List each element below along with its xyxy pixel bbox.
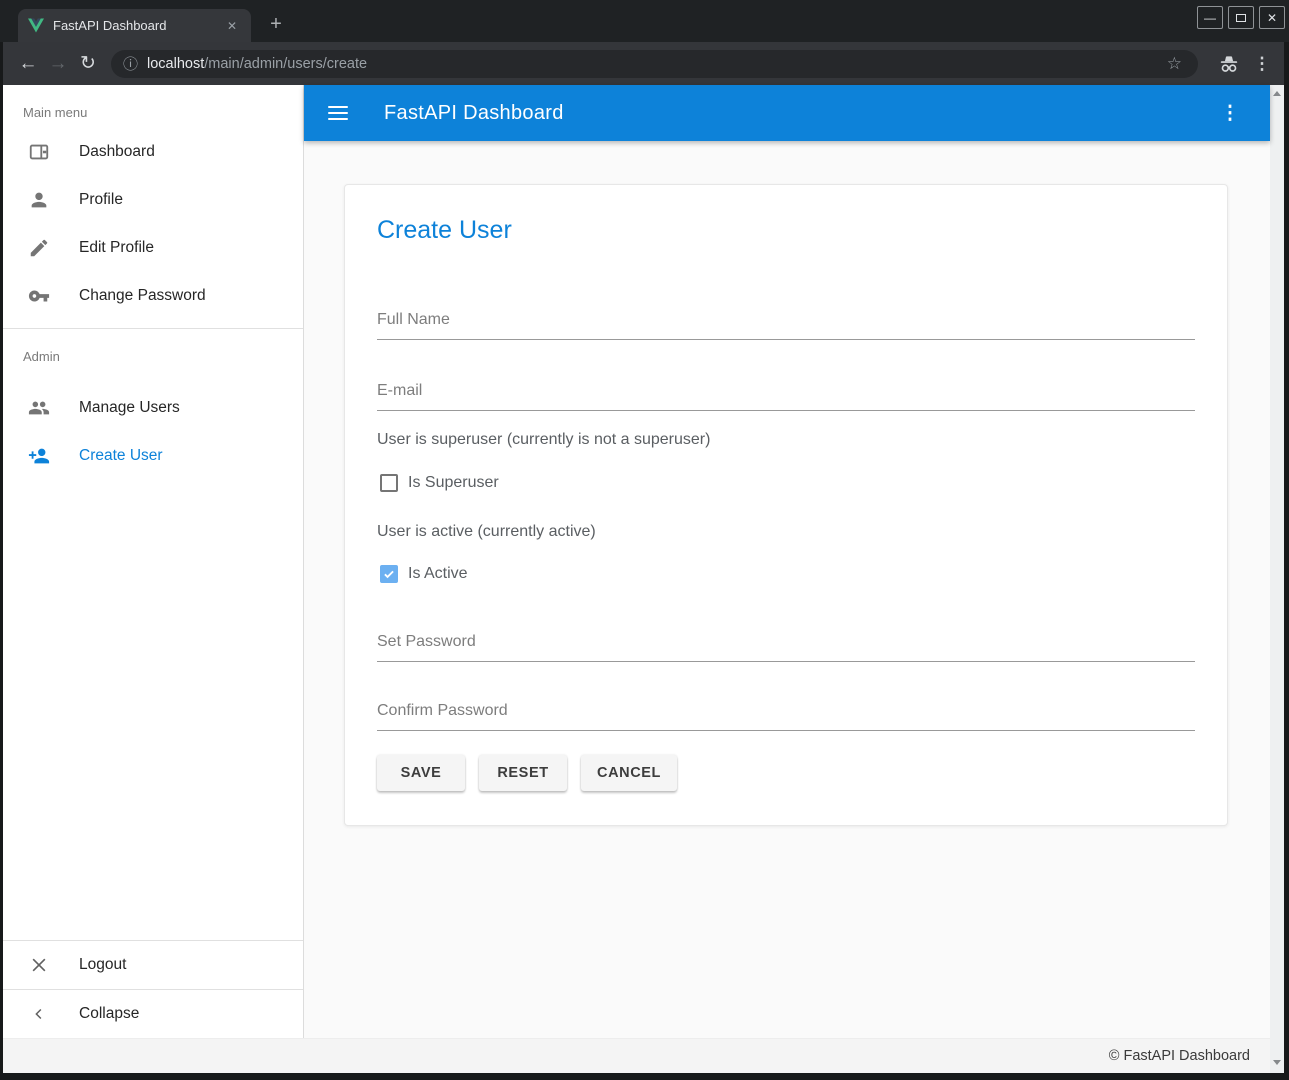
- reload-button[interactable]: ↻: [73, 49, 103, 79]
- active-checkbox-label: Is Active: [408, 565, 468, 583]
- vertical-scrollbar[interactable]: [1270, 85, 1284, 1073]
- page-content: Main menu Dashboard Pro: [3, 85, 1284, 1073]
- people-icon: [27, 396, 51, 420]
- active-checkbox-row[interactable]: Is Active: [377, 564, 1195, 584]
- set-password-input[interactable]: [377, 632, 1195, 661]
- url-path: /main/admin/users/create: [204, 56, 367, 72]
- close-window-button[interactable]: ✕: [1259, 6, 1285, 29]
- cancel-button[interactable]: CANCEL: [581, 755, 677, 791]
- scroll-down-icon[interactable]: [1273, 1060, 1281, 1065]
- pencil-icon: [27, 236, 51, 260]
- copyright-text: © FastAPI Dashboard: [1109, 1048, 1250, 1064]
- full-name-input[interactable]: [377, 310, 1195, 339]
- save-button[interactable]: SAVE: [377, 755, 465, 791]
- sidebar: Main menu Dashboard Pro: [3, 85, 304, 1038]
- sidebar-item-profile[interactable]: Profile: [3, 176, 303, 224]
- vue-logo-icon: [28, 18, 44, 33]
- close-icon: [27, 953, 51, 977]
- sidebar-item-label: Create User: [79, 447, 163, 465]
- email-input[interactable]: [377, 381, 1195, 410]
- browser-toolbar: ← → ↻ ⓘ localhost/main/admin/users/creat…: [3, 42, 1284, 85]
- superuser-checkbox-row[interactable]: Is Superuser: [377, 473, 1195, 493]
- sidebar-item-label: Dashboard: [79, 143, 155, 161]
- sidebar-item-label: Manage Users: [79, 399, 180, 417]
- chevron-left-icon: [27, 1002, 51, 1026]
- card-title: Create User: [377, 215, 1195, 245]
- set-password-field-wrap: [377, 632, 1195, 662]
- sidebar-item-manage-users[interactable]: Manage Users: [3, 384, 303, 432]
- tab-strip: FastAPI Dashboard ✕ + — ✕: [0, 0, 1289, 42]
- minimize-button[interactable]: —: [1197, 6, 1223, 29]
- sidebar-item-label: Change Password: [79, 287, 206, 305]
- url-text[interactable]: localhost/main/admin/users/create: [147, 56, 1161, 72]
- superuser-checkbox-label: Is Superuser: [408, 474, 499, 492]
- key-icon: [27, 284, 51, 308]
- superuser-note: User is superuser (currently is not a su…: [377, 430, 1195, 449]
- site-info-icon[interactable]: ⓘ: [123, 53, 138, 74]
- sidebar-section-main-menu: Main menu: [3, 85, 303, 128]
- browser-tab[interactable]: FastAPI Dashboard ✕: [18, 9, 251, 42]
- app-menu-icon[interactable]: ⋮: [1218, 102, 1242, 125]
- person-add-icon: [27, 444, 51, 468]
- dashboard-icon: [27, 140, 51, 164]
- window-controls: — ✕: [1197, 6, 1285, 29]
- sidebar-section-admin: Admin: [3, 329, 303, 372]
- address-bar[interactable]: ⓘ localhost/main/admin/users/create ☆: [111, 50, 1198, 78]
- browser-menu-icon[interactable]: ⋮: [1250, 54, 1274, 74]
- sidebar-item-dashboard[interactable]: Dashboard: [3, 128, 303, 176]
- sidebar-item-create-user[interactable]: Create User: [3, 432, 303, 480]
- tab-title: FastAPI Dashboard: [53, 18, 223, 33]
- reset-button[interactable]: RESET: [479, 755, 567, 791]
- sidebar-item-collapse[interactable]: Collapse: [3, 990, 303, 1038]
- sidebar-item-change-password[interactable]: Change Password: [3, 272, 303, 320]
- email-field-wrap: [377, 381, 1195, 411]
- confirm-password-input[interactable]: [377, 701, 1195, 730]
- active-note: User is active (currently active): [377, 522, 1195, 541]
- back-button[interactable]: ←: [13, 49, 43, 79]
- sidebar-item-logout[interactable]: Logout: [3, 941, 303, 989]
- maximize-icon: [1236, 14, 1246, 22]
- maximize-button[interactable]: [1228, 6, 1254, 29]
- create-user-card: Create User User is superuser (currently…: [344, 184, 1228, 826]
- new-tab-button[interactable]: +: [262, 10, 290, 38]
- sidebar-item-label: Collapse: [79, 1005, 139, 1023]
- person-icon: [27, 188, 51, 212]
- page-body: Create User User is superuser (currently…: [304, 141, 1270, 1038]
- forward-button[interactable]: →: [43, 49, 73, 79]
- superuser-checkbox[interactable]: [380, 474, 398, 492]
- sidebar-item-label: Profile: [79, 191, 123, 209]
- bookmark-star-icon[interactable]: ☆: [1161, 54, 1188, 74]
- app-title: FastAPI Dashboard: [384, 102, 564, 125]
- main-area: FastAPI Dashboard ⋮ Create User User is: [304, 85, 1270, 1038]
- app-bar: FastAPI Dashboard ⋮: [304, 85, 1270, 141]
- checkmark-icon: [382, 567, 396, 581]
- form-buttons: SAVE RESET CANCEL: [377, 755, 1195, 791]
- close-tab-icon[interactable]: ✕: [223, 17, 241, 35]
- confirm-password-field-wrap: [377, 701, 1195, 731]
- active-checkbox[interactable]: [380, 565, 398, 583]
- hamburger-menu-icon[interactable]: [328, 106, 348, 120]
- sidebar-item-label: Edit Profile: [79, 239, 154, 257]
- full-name-field-wrap: [377, 310, 1195, 340]
- footer: © FastAPI Dashboard: [3, 1038, 1270, 1073]
- browser-window: FastAPI Dashboard ✕ + — ✕ ← → ↻ ⓘ localh…: [0, 0, 1289, 1080]
- sidebar-item-edit-profile[interactable]: Edit Profile: [3, 224, 303, 272]
- url-host: localhost: [147, 56, 204, 72]
- incognito-icon: [1214, 54, 1244, 74]
- scroll-up-icon[interactable]: [1273, 91, 1281, 96]
- sidebar-item-label: Logout: [79, 956, 126, 974]
